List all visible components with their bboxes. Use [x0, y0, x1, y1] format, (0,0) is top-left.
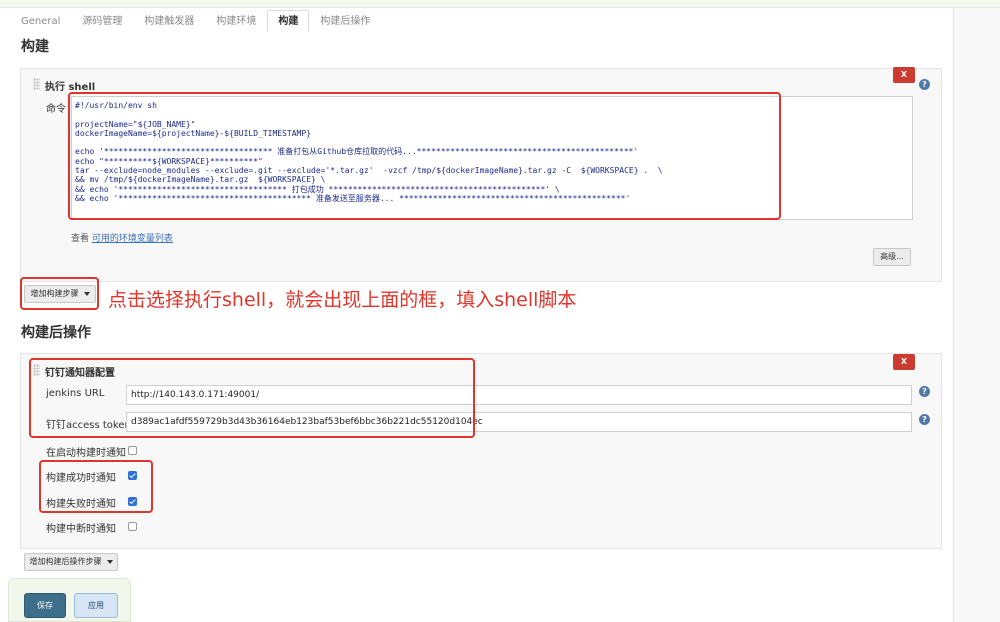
- dingtalk-notifier-panel: 钉钉通知器配置 X jenkins URL http://140.143.0.1…: [20, 353, 942, 549]
- drag-handle-icon[interactable]: [33, 78, 40, 90]
- apply-button[interactable]: 应用: [74, 593, 118, 618]
- save-button[interactable]: 保存: [24, 593, 66, 618]
- tab-post-build[interactable]: 构建后操作: [309, 10, 381, 32]
- config-tabs: General 源码管理 构建触发器 构建环境 构建 构建后操作: [10, 10, 381, 32]
- instruction-annotation: 点击选择执行shell，就会出现上面的框，填入shell脚本: [108, 289, 577, 311]
- access-token-label: 钉钉access token: [46, 420, 131, 431]
- shell-command-text: #!/usr/bin/env sh projectName="${JOB_NAM…: [75, 101, 663, 203]
- execute-shell-panel: 执行 shell X 命令 #!/usr/bin/env sh projectN…: [20, 67, 942, 282]
- jenkins-url-label: jenkins URL: [46, 388, 105, 399]
- right-side-pane: [953, 8, 1000, 622]
- add-post-build-step-label: 增加构建后操作步骤: [29, 557, 102, 566]
- notify-abort-checkbox[interactable]: [128, 522, 137, 531]
- notify-start-label: 在启动构建时通知: [46, 448, 126, 459]
- advanced-button[interactable]: 高级...: [873, 248, 911, 266]
- notify-success-label: 构建成功时通知: [46, 473, 116, 484]
- tab-source-code[interactable]: 源码管理: [71, 10, 133, 32]
- jenkins-url-input[interactable]: http://140.143.0.171:49001/: [126, 385, 912, 405]
- tab-build[interactable]: 构建: [267, 10, 310, 32]
- drag-handle-icon[interactable]: [33, 364, 40, 376]
- notify-failure-checkbox[interactable]: [128, 497, 137, 506]
- notify-abort-label: 构建中断时通知: [46, 524, 116, 535]
- add-post-build-step-button[interactable]: 增加构建后操作步骤: [24, 553, 118, 571]
- dropdown-caret-icon: [83, 291, 90, 296]
- execute-shell-title: 执行 shell: [45, 82, 96, 93]
- notify-start-checkbox[interactable]: [128, 446, 137, 455]
- delete-shell-step-button[interactable]: X: [893, 67, 915, 83]
- env-vars-link[interactable]: 可用的环境变量列表: [92, 234, 173, 244]
- add-build-step-button[interactable]: 增加构建步骤: [24, 285, 96, 303]
- tab-build-environment[interactable]: 构建环境: [205, 10, 267, 32]
- notify-success-checkbox[interactable]: [128, 471, 137, 480]
- dingtalk-panel-title: 钉钉通知器配置: [45, 368, 115, 379]
- access-token-help-icon[interactable]: ?: [919, 414, 930, 425]
- notify-failure-label: 构建失败时通知: [46, 499, 116, 510]
- top-strip: [0, 0, 1000, 8]
- access-token-input[interactable]: d389ac1afdf559729b3d43b36164eb123baf53be…: [126, 412, 912, 432]
- shell-help-icon[interactable]: ?: [919, 79, 930, 90]
- env-vars-prefix: 查看: [71, 234, 92, 244]
- jenkins-url-help-icon[interactable]: ?: [919, 386, 930, 397]
- add-build-step-label: 增加构建步骤: [30, 289, 79, 298]
- shell-command-textarea[interactable]: #!/usr/bin/env sh projectName="${JOB_NAM…: [71, 96, 913, 220]
- build-section-title: 构建: [21, 39, 49, 55]
- command-label: 命令: [46, 104, 66, 115]
- env-vars-row: 查看 可用的环境变量列表: [71, 231, 173, 244]
- post-build-section-title: 构建后操作: [21, 325, 91, 341]
- dropdown-caret-icon: [106, 559, 113, 564]
- tab-build-triggers[interactable]: 构建触发器: [133, 10, 205, 32]
- delete-notifier-button[interactable]: X: [893, 354, 915, 370]
- tab-general[interactable]: General: [10, 10, 71, 32]
